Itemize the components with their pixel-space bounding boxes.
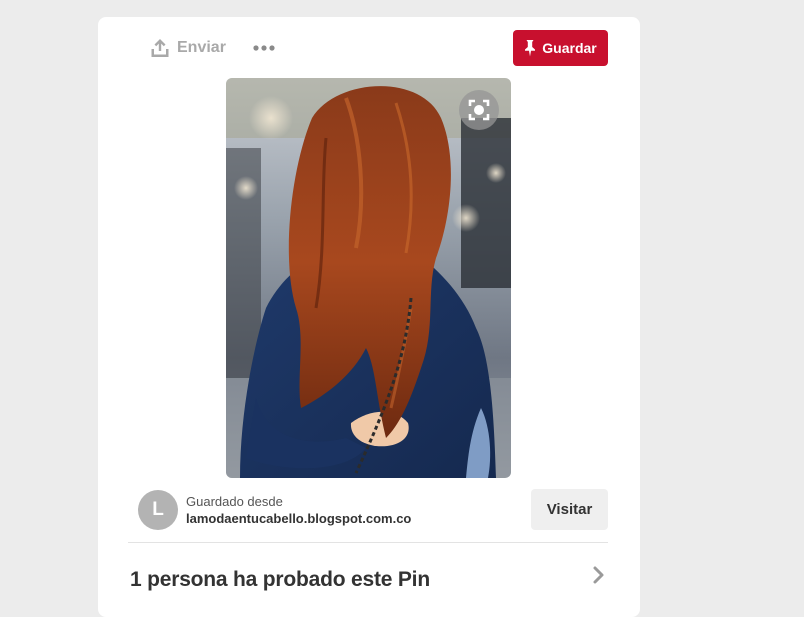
pin-image[interactable] [226,78,511,478]
divider [128,542,608,543]
expand-zoom-icon [468,99,490,121]
send-label: Enviar [177,39,226,56]
source-domain-link[interactable]: lamodaentucabello.blogspot.com.co [186,511,411,527]
saved-from-label: Guardado desde [186,494,283,509]
tried-pin-heading[interactable]: 1 persona ha probado este Pin [130,568,430,592]
chevron-right-icon [593,566,604,584]
more-dots-icon [253,45,275,51]
pin-card: Enviar Guardar L Guardado desde lamodaen… [98,17,640,617]
save-button[interactable]: Guardar [513,30,608,66]
pushpin-icon [525,40,536,57]
save-label: Guardar [542,40,597,56]
source-avatar[interactable]: L [138,490,178,530]
tried-pin-expand-button[interactable] [592,565,606,585]
zoom-button[interactable] [459,90,499,130]
visit-label: Visitar [546,501,593,518]
avatar-letter: L [152,499,164,520]
send-button[interactable]: Enviar [150,37,226,59]
visit-button[interactable]: Visitar [531,489,608,530]
more-options-button[interactable] [251,39,279,57]
share-upload-icon [150,38,170,58]
